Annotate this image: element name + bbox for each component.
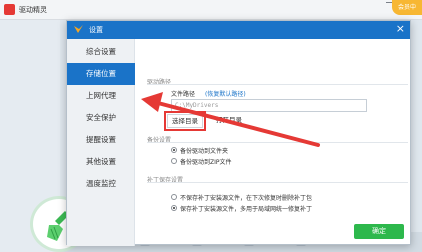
annotation-arrow-icon — [141, 92, 320, 147]
